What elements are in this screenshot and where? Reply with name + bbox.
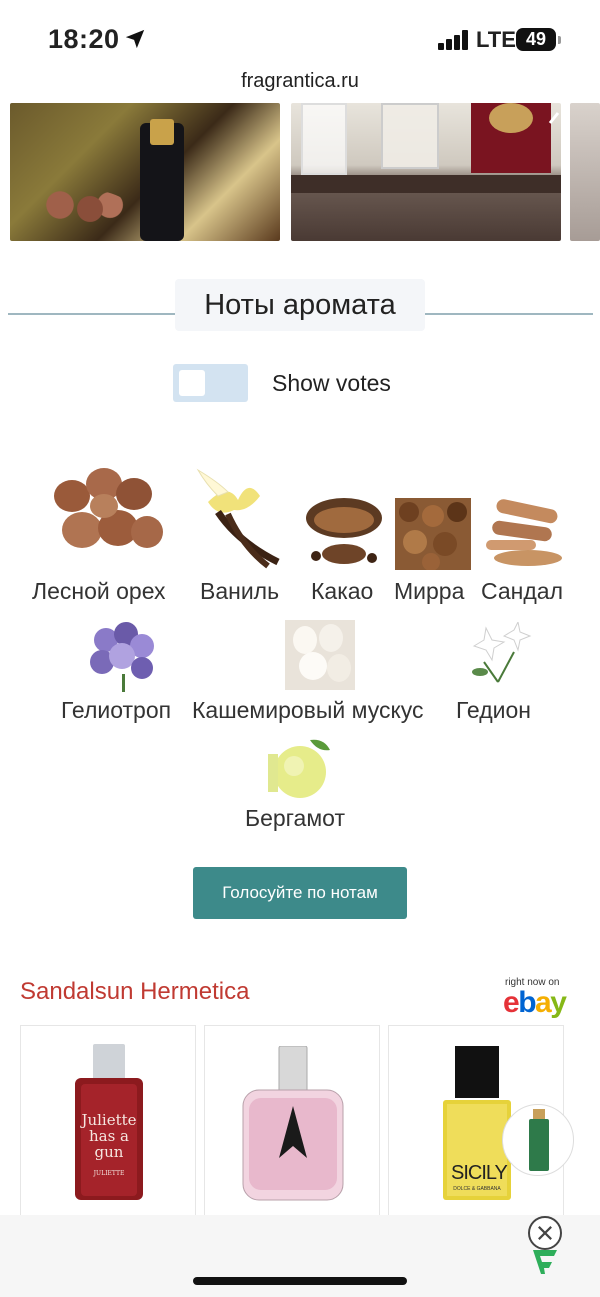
hedione-icon [472,622,532,683]
shop-title[interactable]: Sandalsun Hermetica [20,978,249,1006]
divider-line [8,313,175,315]
note-label[interactable]: Ваниль [200,578,279,605]
status-bar: 18:20 LTE 49 fragrantica.ru [0,0,600,92]
cocoa-icon [306,498,382,564]
ad-provider-logo-icon[interactable] [530,1246,560,1276]
address-bar-url[interactable]: fragrantica.ru [0,70,600,93]
product-label-small: DOLCE & GABBANA [453,1186,501,1192]
show-votes-toggle[interactable] [173,364,248,402]
show-votes-label: Show votes [272,370,391,396]
product-card[interactable]: Juliette has a gun JULIETTE [20,1025,196,1225]
perfume-bottle-image [242,1046,344,1201]
battery-icon: 49 [516,28,561,51]
close-icon[interactable] [528,1216,562,1250]
cashmere-musk-icon [285,620,355,690]
chevron-right-icon[interactable] [544,107,564,127]
product-label-small: JULIETTE [93,1170,125,1177]
divider-line [425,313,593,315]
hazelnut-icon [54,468,163,548]
vote-notes-button[interactable]: Голосуйте по нотам [193,867,407,919]
note-label[interactable]: Сандал [481,578,563,605]
toggle-knob [179,370,205,396]
note-label[interactable]: Лесной орех [32,578,166,605]
product-label-line: has a gun [88,1127,129,1161]
note-label[interactable]: Бергамот [245,805,345,832]
network-type: LTE [476,27,516,52]
note-label[interactable]: Кашемировый мускус [192,697,424,724]
product-card[interactable] [204,1025,380,1225]
note-label[interactable]: Гедион [456,697,531,724]
bergamot-icon [268,739,330,798]
product-label-line: SICILY [451,1162,508,1184]
floating-product-thumbnail[interactable] [502,1104,574,1176]
gallery-photo[interactable] [291,103,561,241]
status-time: 18:20 [48,24,120,54]
note-label[interactable]: Гелиотроп [61,697,171,724]
myrrh-icon [395,498,471,570]
gallery-photo[interactable] [10,103,280,241]
section-title: Ноты аромата [175,279,425,331]
location-arrow-icon [125,29,145,49]
note-label[interactable]: Мирра [394,578,464,605]
product-label-line: Juliette [81,1111,137,1129]
perfume-bottle-image [529,1109,549,1171]
note-label[interactable]: Какао [311,578,373,605]
gallery-photo[interactable] [570,103,600,241]
home-indicator [193,1277,407,1285]
heliotrope-icon [90,622,154,692]
sandalwood-icon [486,499,562,566]
cellular-signal-icon [438,30,470,50]
ebay-logo[interactable]: ebay [503,986,567,1020]
photo-gallery[interactable] [0,103,600,243]
vanilla-icon [196,468,280,569]
